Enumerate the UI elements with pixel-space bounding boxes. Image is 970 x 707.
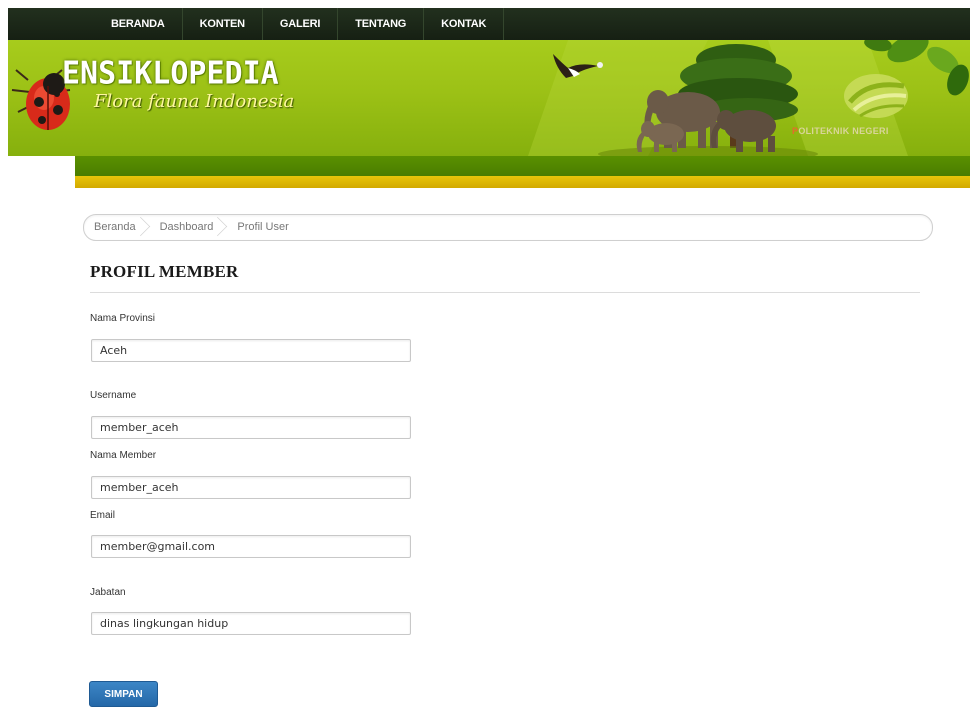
polytechnic-logo-icon <box>844 74 908 118</box>
top-navbar: BERANDA KONTEN GALERI TENTANG KONTAK <box>8 8 970 40</box>
breadcrumb-item-profil-user: Profil User <box>237 221 289 233</box>
institution-rest: OLITEKNIK NEGERI <box>798 126 889 136</box>
site-subtitle: Flora fauna Indonesia <box>94 91 295 112</box>
page-title: PROFIL MEMBER <box>90 262 239 281</box>
nama-provinsi-input[interactable] <box>91 339 411 362</box>
title-divider <box>90 292 920 293</box>
institution-name: POLITEKNIK NEGERI <box>792 126 889 136</box>
header-green-bar <box>75 156 970 176</box>
label-nama-provinsi: Nama Provinsi <box>90 313 156 324</box>
nav-item-kontak[interactable]: KONTAK <box>424 8 505 40</box>
nav-item-galeri[interactable]: GALERI <box>263 8 339 40</box>
breadcrumb-item-dashboard[interactable]: Dashboard <box>150 215 222 240</box>
site-title: ENSIKLOPEDIA <box>62 55 279 92</box>
header-banner: ENSIKLOPEDIA Flora fauna Indonesia POLIT… <box>8 40 970 156</box>
main-nav: BERANDA KONTEN GALERI TENTANG KONTAK <box>94 8 505 40</box>
breadcrumb: Beranda Dashboard Profil User <box>83 214 933 241</box>
label-username: Username <box>90 390 137 401</box>
nav-item-konten[interactable]: KONTEN <box>183 8 263 40</box>
username-input[interactable] <box>91 416 411 439</box>
simpan-button[interactable]: SIMPAN <box>89 681 158 707</box>
email-input[interactable] <box>91 535 411 558</box>
breadcrumb-item-beranda[interactable]: Beranda <box>84 215 144 240</box>
nav-item-tentang[interactable]: TENTANG <box>338 8 425 40</box>
jabatan-input[interactable] <box>91 612 411 635</box>
label-nama-member: Nama Member <box>90 450 157 461</box>
label-jabatan: Jabatan <box>90 587 126 598</box>
header-yellow-bar <box>75 176 970 188</box>
nama-member-input[interactable] <box>91 476 411 499</box>
label-email: Email <box>90 510 116 521</box>
nav-item-beranda[interactable]: BERANDA <box>94 8 183 40</box>
